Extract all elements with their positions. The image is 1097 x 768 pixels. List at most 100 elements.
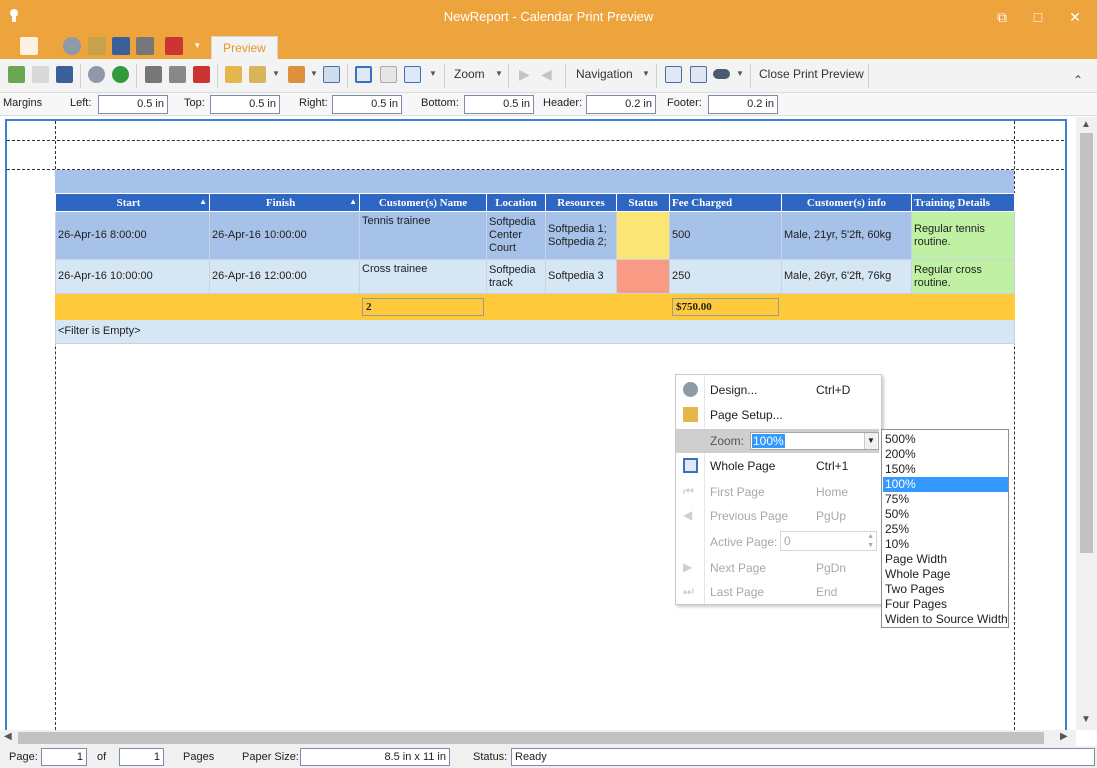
scroll-up-icon[interactable]: ▲ xyxy=(1081,119,1091,130)
margins-bar: Margins Left: 0.5 in Top: 0.5 in Right: … xyxy=(0,93,1097,116)
left-margin-input[interactable]: 0.5 in xyxy=(98,95,168,114)
print-icon[interactable] xyxy=(136,37,154,55)
zoom-combo[interactable]: 100% ▼ xyxy=(750,432,879,450)
column-header-start[interactable]: Start ▲ xyxy=(55,193,210,212)
zoom-option[interactable]: 10% xyxy=(883,537,1008,552)
four-pages-icon[interactable] xyxy=(404,66,421,83)
menu-item-zoom[interactable]: Zoom: 100% ▼ xyxy=(676,429,879,453)
zoom-option[interactable]: 75% xyxy=(883,492,1008,507)
menu-item-next-page[interactable]: ▶ Next Page PgDn xyxy=(676,556,881,580)
scale-icon[interactable] xyxy=(323,66,340,83)
chevron-down-icon[interactable]: ▼ xyxy=(864,433,877,449)
navigation-button[interactable]: Navigation xyxy=(576,67,633,81)
zoom-option[interactable]: Whole Page xyxy=(883,567,1008,582)
restore-icon[interactable]: ⧉ xyxy=(991,6,1013,28)
column-header-name[interactable]: Customer(s) Name xyxy=(359,193,487,212)
collapse-ribbon-icon[interactable]: ⌃ xyxy=(1073,73,1083,87)
scroll-thumb[interactable] xyxy=(1080,133,1093,553)
zoom-option[interactable]: Widen to Source Width xyxy=(883,612,1008,627)
page-setup-icon[interactable] xyxy=(225,66,242,83)
page-number-input[interactable]: 1 xyxy=(41,748,87,766)
refresh-icon[interactable] xyxy=(112,66,129,83)
menu-item-design[interactable]: Design... Ctrl+D xyxy=(676,378,881,402)
menu-item-previous-page[interactable]: ◀ Previous Page PgUp xyxy=(676,504,881,528)
eye-icon[interactable] xyxy=(713,69,730,79)
copy-icon[interactable] xyxy=(32,66,49,83)
zoom-option-selected[interactable]: 100% xyxy=(883,477,1008,492)
header-margin-input[interactable]: 0.2 in xyxy=(586,95,656,114)
column-header-info[interactable]: Customer(s) info xyxy=(781,193,912,212)
new-icon[interactable] xyxy=(8,66,25,83)
bottom-margin-input[interactable]: 0.5 in xyxy=(464,95,534,114)
one-page-icon[interactable] xyxy=(355,66,372,83)
chevron-down-icon[interactable]: ▼ xyxy=(495,69,503,78)
find-icon[interactable] xyxy=(665,66,682,83)
zoom-option[interactable]: 500% xyxy=(883,432,1008,447)
zoom-option[interactable]: 200% xyxy=(883,447,1008,462)
zoom-option[interactable]: Four Pages xyxy=(883,597,1008,612)
save-icon[interactable] xyxy=(112,37,130,55)
zoom-combo-value[interactable]: 100% xyxy=(752,434,785,448)
menu-item-active-page[interactable]: Active Page: 0 ▲ ▼ xyxy=(676,530,881,554)
tab-preview[interactable]: Preview xyxy=(211,36,278,59)
previous-page-icon: ◀ xyxy=(683,508,693,522)
page-view-icon[interactable] xyxy=(690,66,707,83)
pdf-export-icon[interactable] xyxy=(193,66,210,83)
right-margin-input[interactable]: 0.5 in xyxy=(332,95,402,114)
edit-icon[interactable] xyxy=(249,66,266,83)
pdf-icon[interactable] xyxy=(165,37,183,55)
separator xyxy=(656,64,657,88)
print-icon[interactable] xyxy=(145,66,162,83)
column-header-details[interactable]: Training Details xyxy=(911,193,1015,212)
vertical-scrollbar[interactable]: ▲ ▼ xyxy=(1076,117,1097,730)
quick-print-icon[interactable] xyxy=(169,66,186,83)
zoom-option[interactable]: 50% xyxy=(883,507,1008,522)
customize-qa-icon[interactable]: ▾ xyxy=(195,40,200,51)
fill-icon[interactable] xyxy=(288,66,305,83)
top-margin-input[interactable]: 0.5 in xyxy=(210,95,280,114)
scroll-right-icon[interactable]: ▶ xyxy=(1060,731,1068,742)
column-header-fee[interactable]: Fee Charged xyxy=(669,193,782,212)
export-icon[interactable] xyxy=(88,37,106,55)
two-pages-icon[interactable] xyxy=(380,66,397,83)
zoom-option[interactable]: 25% xyxy=(883,522,1008,537)
chevron-down-icon[interactable]: ▼ xyxy=(272,69,280,78)
column-header-resources[interactable]: Resources xyxy=(545,193,617,212)
bottom-label: Bottom: xyxy=(421,97,459,109)
zoom-option[interactable]: Page Width xyxy=(883,552,1008,567)
previous-page-icon[interactable]: ◀ xyxy=(541,66,552,83)
scroll-down-icon[interactable]: ▼ xyxy=(1081,714,1091,725)
column-header-location[interactable]: Location xyxy=(486,193,546,212)
menu-item-first-page[interactable]: ⏮ First Page Home xyxy=(676,480,881,504)
separator xyxy=(565,64,566,88)
chevron-down-icon[interactable]: ▼ xyxy=(310,69,318,78)
menu-item-whole-page[interactable]: Whole Page Ctrl+1 xyxy=(676,454,881,478)
horizontal-scrollbar[interactable]: ◀ ▶ xyxy=(0,730,1076,746)
scroll-thumb[interactable] xyxy=(18,732,1044,744)
filter-row: <Filter is Empty> xyxy=(55,319,1015,344)
close-print-preview-button[interactable]: Close Print Preview xyxy=(759,67,864,81)
gear-icon[interactable] xyxy=(63,37,81,55)
footer-margin-input[interactable]: 0.2 in xyxy=(708,95,778,114)
app-menu-icon[interactable] xyxy=(20,37,38,55)
menu-item-last-page[interactable]: ⏭ Last Page End xyxy=(676,580,881,604)
column-header-status[interactable]: Status xyxy=(616,193,670,212)
zoom-button[interactable]: Zoom xyxy=(454,67,485,81)
next-page-icon[interactable]: ▶ xyxy=(519,66,530,83)
menu-item-page-setup[interactable]: Page Setup... xyxy=(676,403,881,427)
zoom-option[interactable]: Two Pages xyxy=(883,582,1008,597)
chevron-down-icon[interactable]: ▼ xyxy=(736,69,744,78)
maximize-icon[interactable]: □ xyxy=(1027,6,1049,28)
active-page-input[interactable]: 0 ▲ ▼ xyxy=(780,531,877,551)
zoom-option[interactable]: 150% xyxy=(883,462,1008,477)
design-gear-icon[interactable] xyxy=(88,66,105,83)
close-icon[interactable]: ✕ xyxy=(1064,6,1086,28)
menu-item-label: Page Setup... xyxy=(710,408,783,422)
column-header-finish[interactable]: Finish ▲ xyxy=(209,193,360,212)
save-icon[interactable] xyxy=(56,66,73,83)
spinner-icon[interactable]: ▲ ▼ xyxy=(867,532,874,550)
scroll-left-icon[interactable]: ◀ xyxy=(4,731,12,742)
chevron-down-icon[interactable]: ▼ xyxy=(642,69,650,78)
active-page-value: 0 xyxy=(784,534,791,548)
chevron-down-icon[interactable]: ▼ xyxy=(429,69,437,78)
